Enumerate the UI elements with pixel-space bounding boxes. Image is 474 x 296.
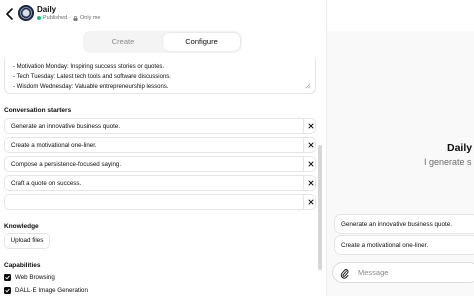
remove-starter-button[interactable] [303, 176, 317, 191]
checkmark-icon [5, 288, 10, 293]
gpt-avatar [18, 5, 34, 21]
published-dot-icon [37, 16, 41, 20]
close-icon [308, 199, 314, 205]
instructions-textarea[interactable]: - Motivation Monday: Inspiring success s… [4, 58, 316, 94]
instructions-line: - Tech Tuesday: Latest tech tools and so… [13, 74, 171, 80]
preview-panel: Daily I generate s Generate an innovativ… [327, 31, 474, 296]
starter-text: Compose a persistence-focused saying. [11, 161, 122, 168]
remove-starter-button[interactable] [303, 138, 317, 153]
message-placeholder: Message [358, 268, 389, 277]
checkbox[interactable] [4, 287, 11, 294]
starter-field[interactable]: Generate an innovative business quote. [4, 118, 316, 134]
upload-files-button[interactable]: Upload files [4, 233, 50, 249]
remove-starter-button[interactable] [303, 195, 317, 210]
lock-icon [73, 15, 78, 21]
starter-field-empty[interactable] [4, 194, 316, 210]
preview-title: Daily [447, 142, 473, 154]
publish-status: Published · Only me [37, 15, 101, 21]
conversation-starters-label: Conversation starters [4, 107, 72, 114]
close-icon [308, 123, 314, 129]
instructions-line: - Wisdom Wednesday: Valuable entrepreneu… [13, 84, 169, 90]
capability-label: DALL·E Image Generation [15, 287, 88, 294]
starter-text: Craft a quote on success. [11, 180, 82, 187]
paperclip-icon[interactable] [340, 268, 349, 279]
instructions-line: - Motivation Monday: Inspiring success s… [13, 64, 165, 70]
checkmark-icon [5, 275, 10, 280]
remove-starter-button[interactable] [303, 157, 317, 172]
capability-web-browsing[interactable]: Web Browsing [4, 273, 55, 282]
starter-text: Generate an innovative business quote. [11, 123, 121, 130]
message-input[interactable]: Message [332, 262, 474, 283]
status-text: Published [43, 15, 68, 21]
back-arrow-icon[interactable] [5, 7, 15, 21]
knowledge-label: Knowledge [4, 223, 39, 230]
close-icon [308, 142, 314, 148]
tab-configure[interactable]: Configure [163, 33, 240, 51]
tab-create[interactable]: Create [85, 33, 161, 51]
preview-starter-button[interactable]: Generate an innovative business quote. [334, 214, 474, 234]
checkbox[interactable] [4, 274, 11, 281]
visibility-text: Only me [80, 15, 101, 21]
starter-field[interactable]: Compose a persistence-focused saying. [4, 156, 316, 172]
preview-starter-button[interactable]: Create a motivational one-liner. [334, 235, 474, 255]
mode-tabs: Create Configure [83, 31, 242, 53]
header: Daily Published · Only me [0, 0, 474, 30]
close-icon [308, 161, 314, 167]
starter-field[interactable]: Create a motivational one-liner. [4, 137, 316, 153]
preview-description: I generate s [424, 157, 472, 167]
close-icon [308, 180, 314, 186]
scrollbar[interactable] [318, 145, 322, 270]
capability-dalle[interactable]: DALL·E Image Generation [4, 286, 88, 295]
capabilities-label: Capabilities [4, 262, 41, 269]
starter-field[interactable]: Craft a quote on success. [4, 175, 316, 191]
capability-label: Web Browsing [15, 274, 55, 281]
gpt-name: Daily [37, 5, 57, 14]
starter-text: Create a motivational one-liner. [11, 142, 97, 149]
configure-panel: - Motivation Monday: Inspiring success s… [0, 56, 325, 296]
remove-starter-button[interactable] [303, 119, 317, 134]
resize-handle-icon[interactable] [305, 83, 311, 89]
